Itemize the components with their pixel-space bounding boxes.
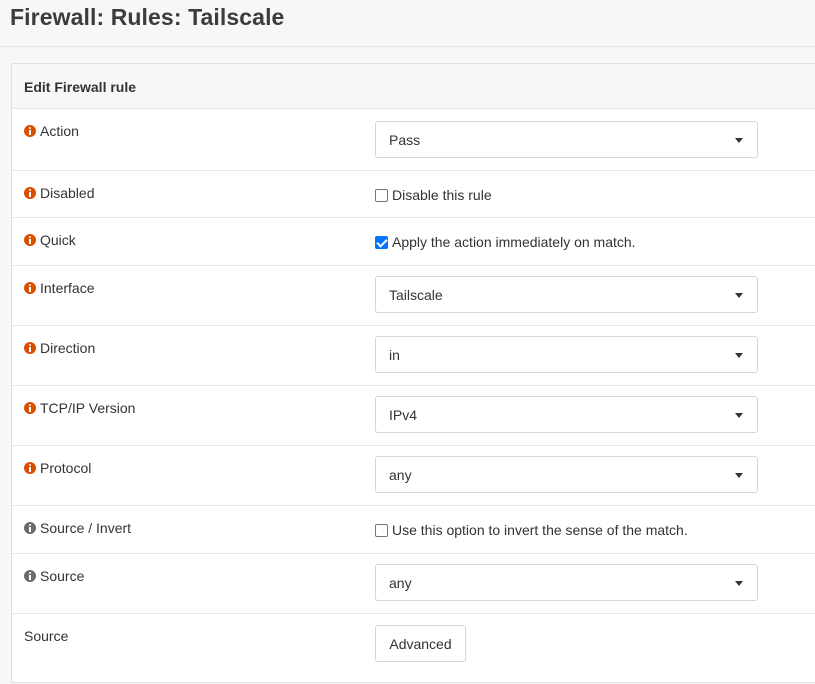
page-header: Firewall: Rules: Tailscale (0, 0, 815, 47)
caret-down-icon (735, 293, 743, 298)
panel-heading-title: Edit Firewall rule (24, 79, 137, 95)
info-icon[interactable] (24, 462, 36, 474)
action-label: Action (24, 123, 79, 139)
source-select-value: any (389, 575, 412, 591)
row-disabled: Disabled Disable this rule (12, 171, 815, 218)
row-action: Action Pass (12, 109, 815, 171)
action-select[interactable]: Pass (375, 121, 758, 158)
source-label: Source (24, 568, 84, 584)
action-select-value: Pass (389, 132, 421, 148)
caret-down-icon (735, 353, 743, 358)
source-advanced-label: Source (24, 628, 69, 644)
direction-select[interactable]: in (375, 336, 758, 373)
ipversion-label: TCP/IP Version (24, 400, 135, 416)
disabled-checkbox-label[interactable]: Disable this rule (392, 187, 492, 203)
interface-select-value: Tailscale (389, 287, 443, 303)
info-icon[interactable] (24, 342, 36, 354)
source-select[interactable]: any (375, 564, 758, 601)
quick-label: Quick (24, 232, 76, 248)
row-quick: Quick Apply the action immediately on ma… (12, 218, 815, 266)
direction-label: Direction (24, 340, 95, 356)
info-icon[interactable] (24, 282, 36, 294)
info-icon[interactable] (24, 522, 36, 534)
protocol-label: Protocol (24, 460, 91, 476)
info-icon[interactable] (24, 402, 36, 414)
row-protocol: Protocol any (12, 446, 815, 506)
disabled-checkbox[interactable] (375, 188, 388, 202)
row-ipversion: TCP/IP Version IPv4 (12, 386, 815, 446)
quick-checkbox[interactable] (375, 235, 388, 249)
source-invert-checkbox-wrap: Use this option to invert the sense of t… (375, 522, 688, 538)
row-source-invert: Source / Invert Use this option to inver… (12, 506, 815, 554)
protocol-select-value: any (389, 467, 412, 483)
info-icon[interactable] (24, 187, 36, 199)
quick-checkbox-wrap: Apply the action immediately on match. (375, 234, 636, 250)
caret-down-icon (735, 473, 743, 478)
interface-label: Interface (24, 280, 94, 296)
panel-heading: Edit Firewall rule (12, 64, 815, 109)
interface-select[interactable]: Tailscale (375, 276, 758, 313)
protocol-select[interactable]: any (375, 456, 758, 493)
info-icon[interactable] (24, 570, 36, 582)
advanced-button[interactable]: Advanced (375, 625, 466, 662)
direction-select-value: in (389, 347, 400, 363)
row-interface: Interface Tailscale (12, 266, 815, 326)
row-direction: Direction in (12, 326, 815, 386)
source-invert-checkbox[interactable] (375, 523, 388, 537)
source-invert-checkbox-label[interactable]: Use this option to invert the sense of t… (392, 522, 688, 538)
caret-down-icon (735, 138, 743, 143)
info-icon[interactable] (24, 125, 36, 137)
quick-checkbox-label[interactable]: Apply the action immediately on match. (392, 234, 636, 250)
source-invert-label: Source / Invert (24, 520, 131, 536)
row-source-advanced: Source Advanced (12, 614, 815, 684)
disabled-label: Disabled (24, 185, 94, 201)
page-title: Firewall: Rules: Tailscale (10, 4, 285, 30)
info-icon[interactable] (24, 234, 36, 246)
ipversion-select-value: IPv4 (389, 407, 418, 423)
caret-down-icon (735, 413, 743, 418)
edit-rule-panel: Edit Firewall rule Action Pass Disabled … (11, 63, 815, 683)
row-source: Source any (12, 554, 815, 614)
ipversion-select[interactable]: IPv4 (375, 396, 758, 433)
caret-down-icon (735, 581, 743, 586)
disabled-checkbox-wrap: Disable this rule (375, 187, 492, 203)
